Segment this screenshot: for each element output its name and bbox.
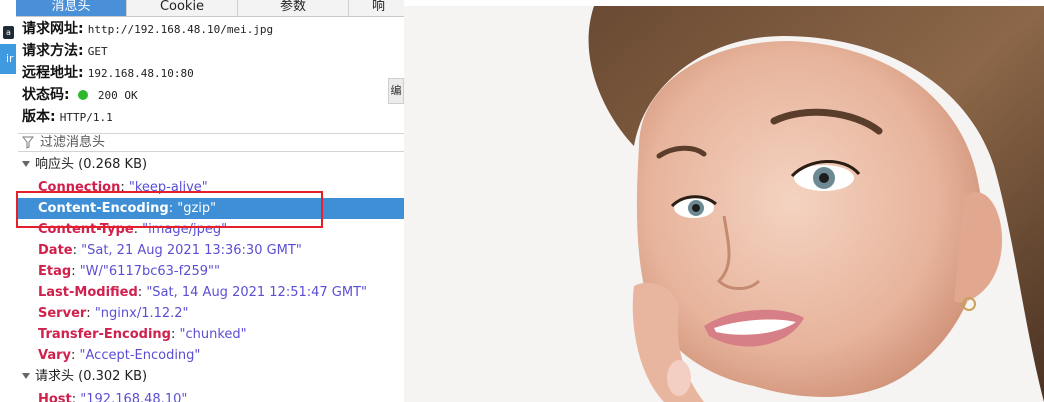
request-headers-section[interactable]: 请求头 (0.302 KB) (20, 367, 147, 387)
remote-address-value: 192.168.48.10:80 (87, 67, 194, 80)
http-version-value: HTTP/1.1 (59, 111, 113, 124)
remote-address-label: 远程地址: (22, 65, 84, 81)
tab-params[interactable]: 参数 (238, 0, 349, 16)
response-image-preview (404, 6, 1044, 402)
header-row[interactable]: Etag: "W/"6117bc63-f259"" (16, 261, 404, 282)
header-value: "nginx/1.12.2" (94, 306, 189, 321)
http-version-label: 版本: (22, 109, 56, 125)
status-code-row: 状态码: 200 OK (22, 85, 138, 105)
header-separator: : (120, 180, 129, 195)
status-ok-icon (77, 90, 88, 100)
header-value: "image/jpeg" (142, 222, 228, 237)
header-row[interactable]: Connection: "keep-alive" (16, 177, 404, 198)
panel-tabbar: 消息头 Cookie 参数 响 (16, 0, 404, 17)
header-row[interactable]: Server: "nginx/1.12.2" (16, 303, 404, 324)
header-separator: : (71, 264, 80, 279)
request-method-label: 请求方法: (22, 43, 84, 59)
tab-cookie[interactable]: Cookie (127, 0, 238, 16)
http-version-row: 版本: HTTP/1.1 (22, 107, 113, 127)
header-value: "keep-alive" (128, 180, 208, 195)
request-url-row: 请求网址: http://192.168.48.10/mei.jpg (22, 19, 273, 39)
header-value: "192.168.48.10" (80, 392, 188, 402)
header-name: Transfer-Encoding (38, 327, 171, 342)
header-row[interactable]: Date: "Sat, 21 Aug 2021 13:36:30 GMT" (16, 240, 404, 261)
header-value: "W/"6117bc63-f259"" (79, 264, 220, 279)
header-row[interactable]: Transfer-Encoding: "chunked" (16, 324, 404, 345)
header-value: "gzip" (177, 201, 217, 216)
header-name: Date (38, 243, 73, 258)
portrait-image (404, 6, 1044, 402)
header-row[interactable]: Last-Modified: "Sat, 14 Aug 2021 12:51:4… (16, 282, 404, 303)
left-edge-strip: a ir (0, 0, 16, 402)
response-headers-title: 响应头 (0.268 KB) (35, 157, 148, 172)
tab-headers[interactable]: 消息头 (16, 0, 127, 16)
header-value: "Sat, 14 Aug 2021 12:51:47 GMT" (146, 285, 368, 300)
request-headers-title: 请求头 (0.302 KB) (35, 369, 148, 384)
header-separator: : (168, 201, 178, 216)
header-value: "chunked" (179, 327, 247, 342)
header-name: Content-Encoding (38, 201, 169, 216)
header-name: Host (38, 392, 72, 402)
header-row[interactable]: Content-Encoding: "gzip" (16, 198, 404, 219)
strip-tab[interactable]: ir (0, 44, 16, 74)
header-row[interactable]: Content-Type: "image/jpeg" (16, 219, 404, 240)
header-separator: : (71, 392, 81, 402)
response-headers-section[interactable]: 响应头 (0.268 KB) (20, 155, 147, 175)
header-name: Content-Type (38, 222, 134, 237)
filter-headers-input[interactable] (40, 134, 380, 151)
tab-response[interactable]: 响 (349, 0, 404, 16)
expand-triangle-icon (22, 373, 30, 379)
request-url-label: 请求网址: (22, 21, 84, 37)
expand-triangle-icon (22, 161, 30, 167)
header-row[interactable]: Host: "192.168.48.10" (16, 389, 404, 402)
filter-icon (22, 136, 34, 149)
network-headers-panel: 消息头 Cookie 参数 响 请求网址: http://192.168.48.… (16, 0, 405, 402)
header-separator: : (171, 327, 180, 342)
header-name: Vary (38, 348, 72, 363)
header-row[interactable]: Vary: "Accept-Encoding" (16, 345, 404, 366)
header-separator: : (133, 222, 143, 237)
header-value: "Accept-Encoding" (79, 348, 201, 363)
header-separator: : (71, 348, 80, 363)
header-separator: : (86, 306, 95, 321)
header-value: "Sat, 21 Aug 2021 13:36:30 GMT" (81, 243, 302, 258)
remote-address-row: 远程地址: 192.168.48.10:80 (22, 63, 194, 83)
strip-marker: a (3, 26, 14, 39)
header-name: Connection (38, 180, 121, 195)
request-method-row: 请求方法: GET (22, 41, 108, 61)
status-code-label: 状态码: (22, 87, 70, 103)
request-method-value: GET (87, 45, 108, 58)
side-edit-button[interactable]: 编 (388, 78, 404, 104)
header-name: Last-Modified (38, 285, 138, 300)
header-name: Etag (38, 264, 72, 279)
request-url-value: http://192.168.48.10/mei.jpg (87, 23, 274, 36)
header-separator: : (72, 243, 82, 258)
header-name: Server (38, 306, 87, 321)
status-code-value: 200 OK (97, 89, 138, 102)
filter-headers-box (18, 133, 404, 152)
